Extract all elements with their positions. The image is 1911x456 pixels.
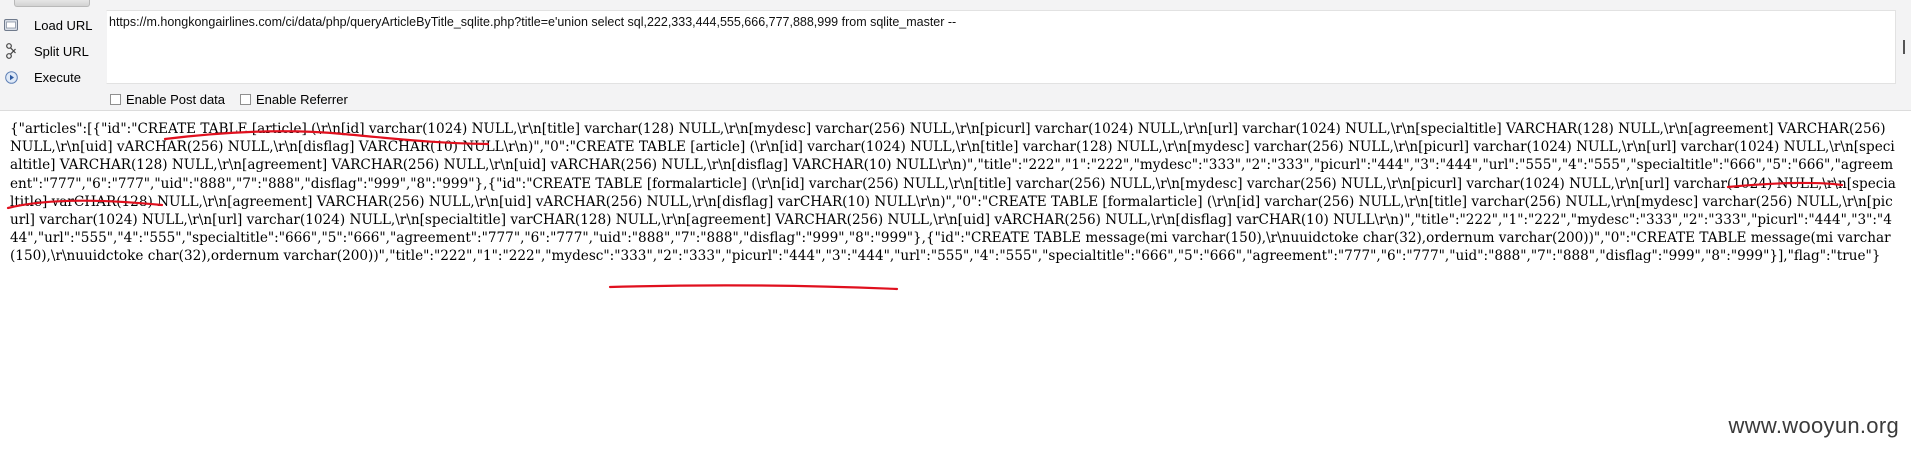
execute-icon: [4, 70, 18, 84]
url-input[interactable]: https://m.hongkongairlines.com/ci/data/p…: [106, 10, 1896, 84]
toolbar-tab[interactable]: [14, 0, 90, 7]
watermark: www.wooyun.org: [1728, 413, 1899, 438]
load-url-icon: [4, 18, 18, 32]
json-response-body: {"articles":[{"id":"CREATE TABLE [articl…: [10, 121, 1896, 265]
enable-post-data-toggle[interactable]: Enable Post data: [110, 91, 226, 107]
enable-post-data-label: Enable Post data: [126, 91, 226, 107]
split-url-icon: [4, 43, 18, 59]
enable-referrer-label: Enable Referrer: [256, 91, 348, 107]
enable-post-data-checkbox[interactable]: [110, 93, 121, 105]
load-url-label: Load URL: [34, 18, 93, 33]
enable-referrer-checkbox[interactable]: [240, 93, 251, 105]
execute-label: Execute: [34, 70, 81, 85]
scroll-edge-marker: [1903, 40, 1905, 54]
enable-referrer-toggle[interactable]: Enable Referrer: [240, 91, 348, 107]
split-url-label: Split URL: [34, 44, 89, 59]
hackbar-panel: Load URL Split URL Execute https://m.hon…: [0, 0, 1911, 111]
